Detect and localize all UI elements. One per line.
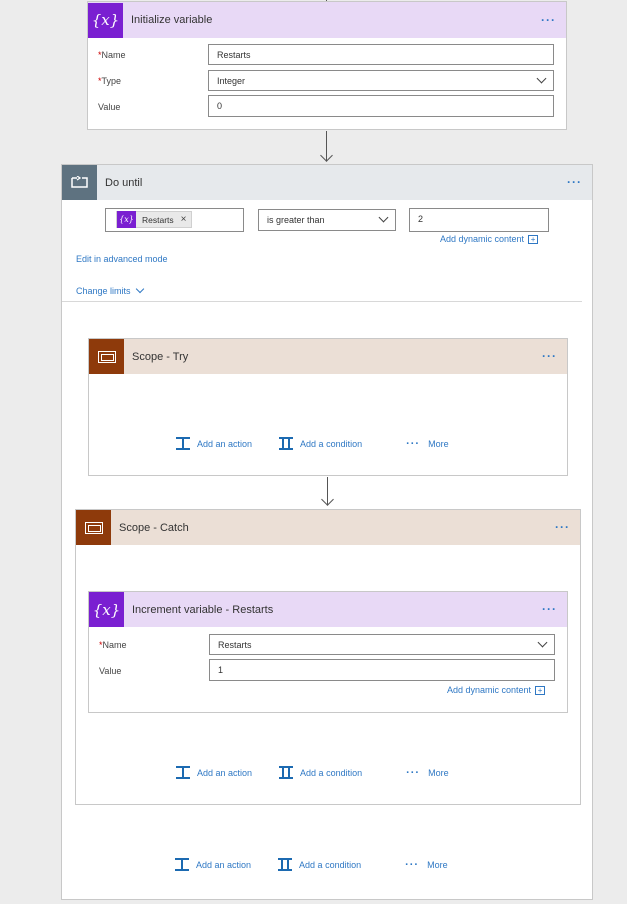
add-dynamic-content-label: Add dynamic content xyxy=(440,234,525,244)
name-field[interactable]: Restarts xyxy=(208,44,554,65)
variable-icon: {x} xyxy=(88,2,123,38)
scope-icon xyxy=(89,339,124,374)
add-condition-button[interactable]: Add a condition xyxy=(278,436,362,451)
name-label: *Name xyxy=(98,50,126,60)
add-action-button[interactable]: Add an action xyxy=(175,436,252,451)
do-until-icon xyxy=(62,165,97,200)
scope-try-header[interactable]: Scope - Try ··· xyxy=(89,339,567,374)
menu-dots-icon[interactable]: ··· xyxy=(542,350,557,362)
add-dynamic-content-link[interactable]: Add dynamic content + xyxy=(447,685,546,696)
do-until-actions: Add an action Add a condition ··· More xyxy=(174,857,474,872)
change-limits-label: Change limits xyxy=(76,286,131,296)
scope-catch-actions: Add an action Add a condition ··· More xyxy=(175,765,475,780)
chevron-down-icon xyxy=(135,284,145,294)
add-condition-label: Add a condition xyxy=(300,438,363,449)
initialize-variable-title: Initialize variable xyxy=(131,14,213,26)
initialize-variable-card[interactable]: {x} Initialize variable ··· *Name Restar… xyxy=(87,1,567,130)
edit-advanced-mode-link[interactable]: Edit in advanced mode xyxy=(76,254,168,264)
menu-dots-icon[interactable]: ··· xyxy=(555,521,570,533)
do-until-title: Do until xyxy=(105,176,143,189)
add-action-icon xyxy=(175,765,191,780)
restarts-token[interactable]: {x} Restarts × xyxy=(116,211,192,228)
add-action-label: Add an action xyxy=(196,859,252,870)
initialize-variable-header[interactable]: {x} Initialize variable ··· xyxy=(88,2,566,38)
name-label: *Name xyxy=(99,640,127,650)
chevron-down-icon xyxy=(537,637,548,648)
add-dynamic-content-link[interactable]: Add dynamic content + xyxy=(440,234,539,245)
increment-variable-card[interactable]: {x} Increment variable - Restarts ··· *N… xyxy=(88,591,568,713)
token-label: Restarts xyxy=(142,214,174,225)
connector-arrow-icon xyxy=(320,149,333,162)
more-button[interactable]: ··· More xyxy=(405,859,448,871)
add-action-label: Add an action xyxy=(197,767,253,778)
add-action-icon xyxy=(175,436,191,451)
add-condition-label: Add a condition xyxy=(299,859,362,870)
more-label: More xyxy=(427,859,448,870)
add-action-button[interactable]: Add an action xyxy=(174,857,251,872)
scope-icon xyxy=(76,510,111,545)
menu-dots-icon[interactable]: ··· xyxy=(542,603,557,615)
type-select[interactable]: Integer xyxy=(208,70,554,91)
add-action-icon xyxy=(174,857,190,872)
increment-variable-title: Increment variable - Restarts xyxy=(132,603,274,616)
operator-select[interactable]: is greater than xyxy=(258,209,396,231)
add-icon: + xyxy=(535,686,546,696)
type-label: *Type xyxy=(98,76,122,86)
add-condition-icon xyxy=(278,436,294,451)
close-icon[interactable]: × xyxy=(181,214,187,225)
condition-left-operand[interactable]: {x} Restarts × xyxy=(105,208,244,232)
increment-variable-header[interactable]: {x} Increment variable - Restarts ··· xyxy=(89,592,567,627)
more-label: More xyxy=(428,767,449,778)
more-button[interactable]: ··· More xyxy=(406,767,449,779)
add-condition-label: Add a condition xyxy=(300,767,363,778)
do-until-header[interactable]: Do until ··· xyxy=(62,165,592,200)
value-label: Value xyxy=(99,666,122,676)
value-field[interactable]: 0 xyxy=(208,95,554,117)
variable-icon: {x} xyxy=(89,592,124,627)
menu-dots-icon[interactable]: ··· xyxy=(567,176,582,188)
add-action-button[interactable]: Add an action xyxy=(175,765,252,780)
more-label: More xyxy=(428,438,449,449)
scope-try-title: Scope - Try xyxy=(132,350,189,363)
variable-icon: {x} xyxy=(117,211,136,228)
add-condition-button[interactable]: Add a condition xyxy=(278,765,362,780)
more-dots-icon: ··· xyxy=(406,766,421,779)
name-select-value: Restarts xyxy=(218,640,252,650)
scope-catch-header[interactable]: Scope - Catch ··· xyxy=(76,510,580,545)
add-condition-icon xyxy=(278,765,294,780)
scope-try-card[interactable]: Scope - Try ··· Add an action Add a cond… xyxy=(88,338,568,476)
value-field[interactable]: 1 xyxy=(209,659,555,681)
operator-value: is greater than xyxy=(267,215,325,225)
change-limits-link[interactable]: Change limits xyxy=(76,284,145,296)
scope-try-actions: Add an action Add a condition ··· More xyxy=(175,436,475,451)
compare-value-field[interactable]: 2 xyxy=(409,208,549,232)
more-dots-icon: ··· xyxy=(405,858,420,871)
connector-arrow-icon xyxy=(321,493,334,506)
chevron-down-icon xyxy=(378,212,389,223)
scope-catch-card[interactable]: Scope - Catch ··· {x} Increment variable… xyxy=(75,509,581,805)
value-label: Value xyxy=(98,102,121,112)
add-condition-button[interactable]: Add a condition xyxy=(277,857,361,872)
add-dynamic-content-label: Add dynamic content xyxy=(447,685,532,695)
more-button[interactable]: ··· More xyxy=(406,438,449,450)
menu-dots-icon[interactable]: ··· xyxy=(541,14,556,26)
add-condition-icon xyxy=(277,857,293,872)
more-dots-icon: ··· xyxy=(406,437,421,450)
chevron-down-icon xyxy=(536,73,547,84)
add-icon: + xyxy=(528,235,539,245)
scope-catch-title: Scope - Catch xyxy=(119,521,189,534)
name-select[interactable]: Restarts xyxy=(209,634,555,655)
type-select-value: Integer xyxy=(217,76,246,86)
divider xyxy=(62,301,582,302)
do-until-card[interactable]: Do until ··· {x} Restarts × is greater t… xyxy=(61,164,593,900)
add-action-label: Add an action xyxy=(197,438,253,449)
